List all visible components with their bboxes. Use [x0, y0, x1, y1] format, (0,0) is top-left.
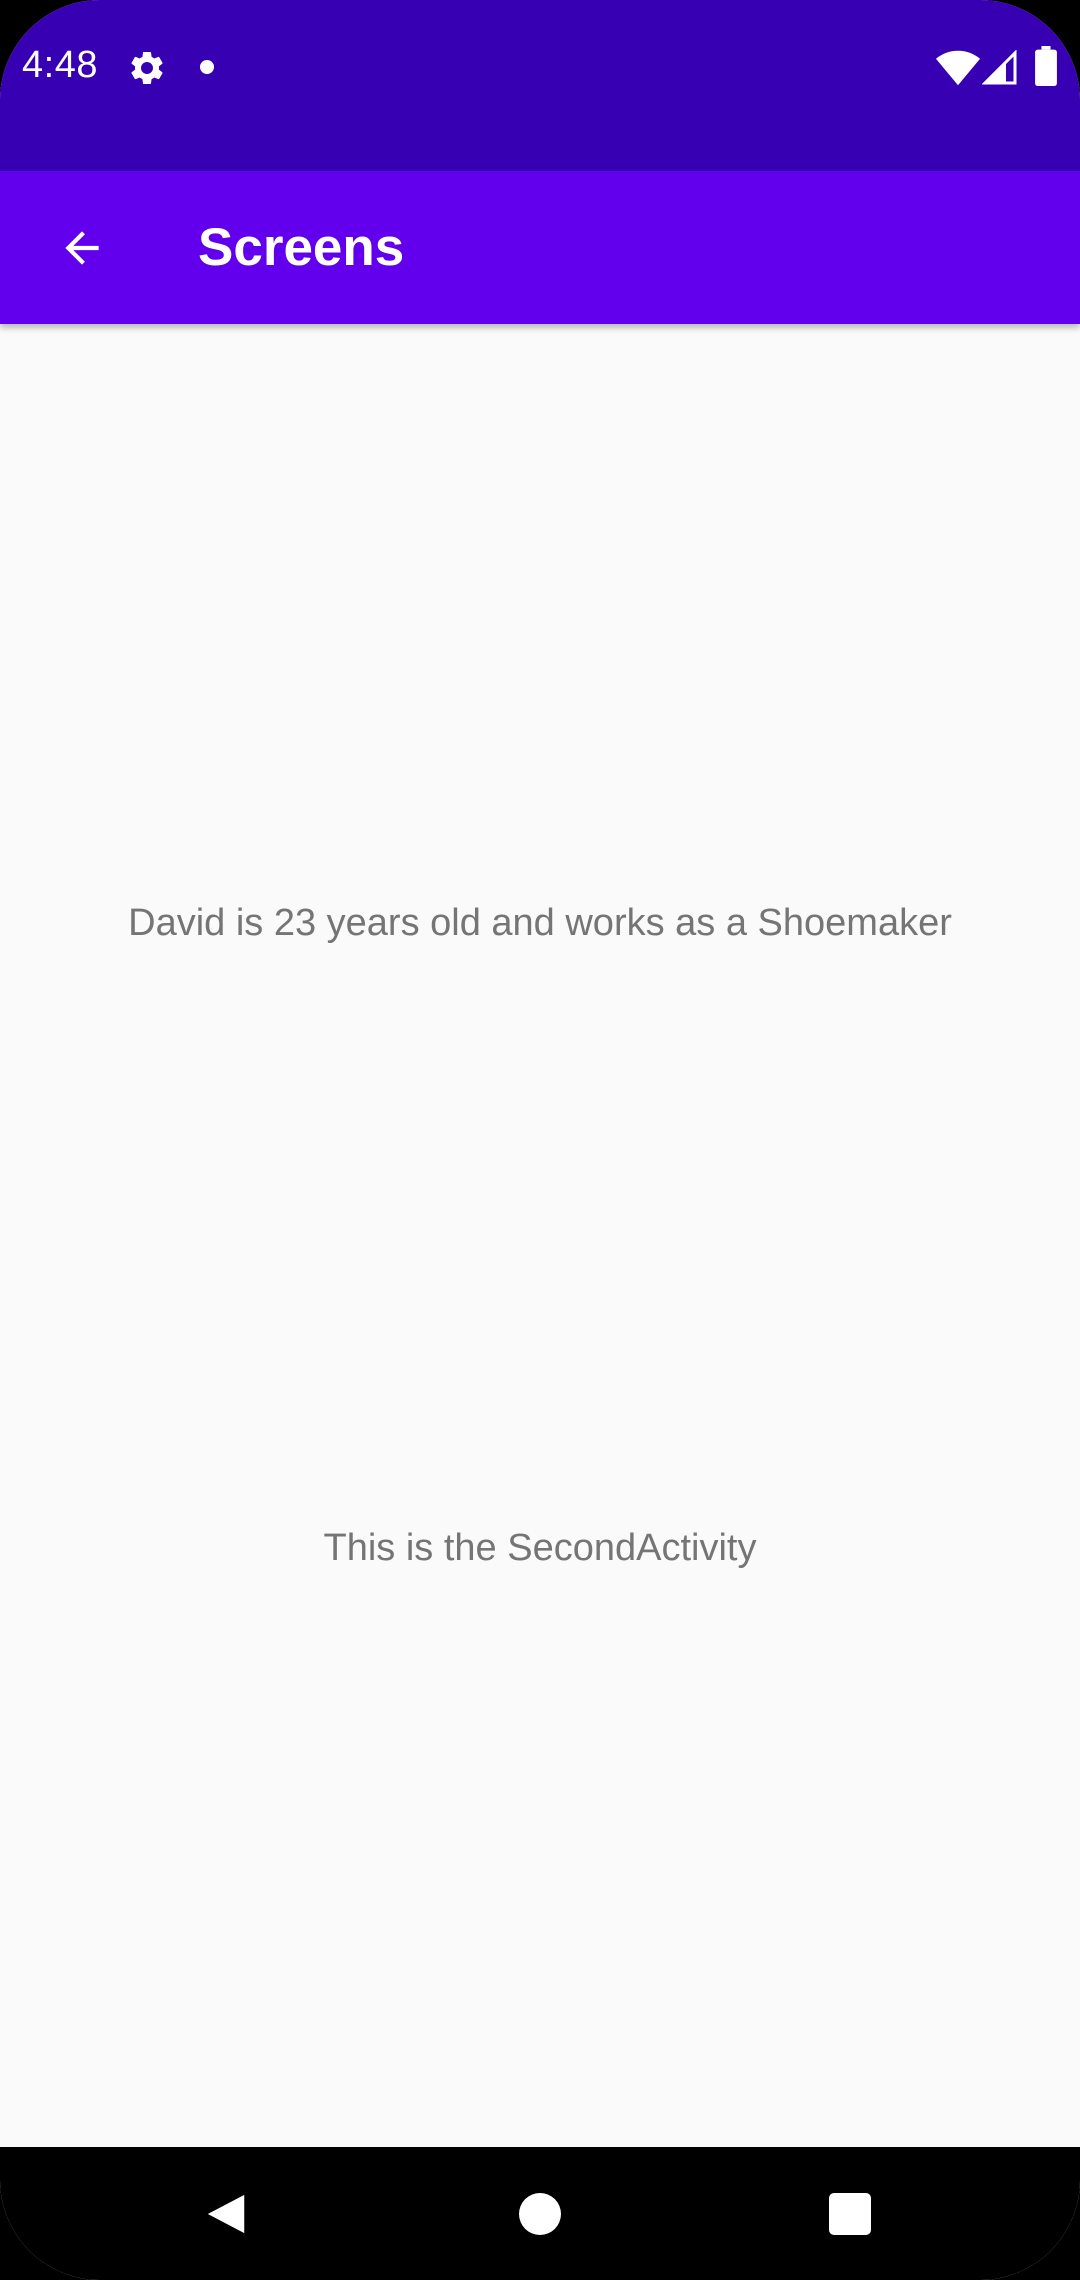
nav-back-icon[interactable] [204, 2191, 250, 2237]
battery-icon [1035, 46, 1057, 86]
page-title: Screens [198, 218, 405, 277]
person-info-text: David is 23 years old and works as a Sho… [128, 902, 952, 944]
gear-icon [131, 51, 163, 84]
arrow-left-icon [65, 231, 99, 265]
activity-label-text: This is the SecondActivity [323, 1527, 757, 1569]
main-content: David is 23 years old and works as a Sho… [0, 324, 1080, 2147]
signal-icon [982, 50, 1017, 85]
phone-screen: 4:48 Screens David is 23 years old and w… [0, 0, 1080, 2280]
navigation-bar [0, 2147, 1080, 2280]
app-bar: Screens [0, 171, 1080, 324]
back-button[interactable] [38, 204, 126, 292]
nav-recents-icon[interactable] [829, 2193, 871, 2235]
nav-home-icon[interactable] [519, 2193, 561, 2235]
wifi-icon [935, 50, 981, 86]
status-time: 4:48 [22, 44, 98, 86]
status-bar: 4:48 [0, 0, 1080, 171]
notification-dot-icon [200, 60, 214, 74]
